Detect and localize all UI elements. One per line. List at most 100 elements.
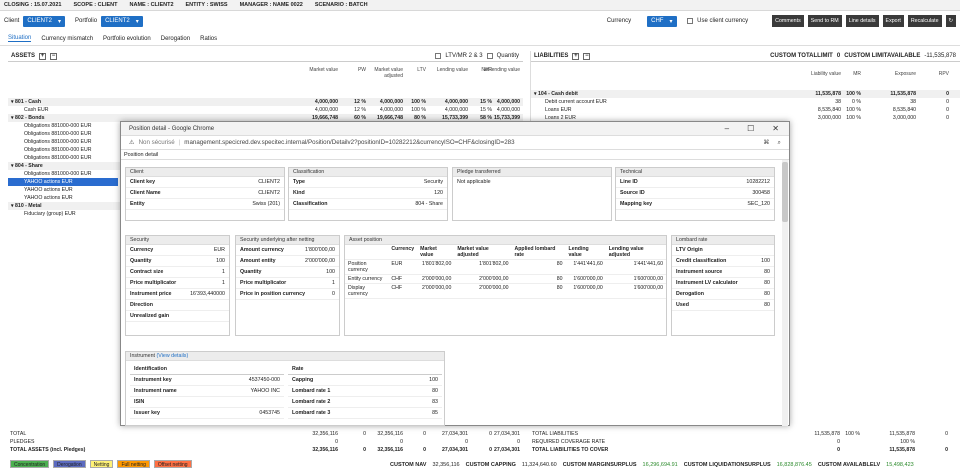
liabilities-column-headers: Liability value MR Exposure RPV xyxy=(531,67,960,91)
field-value: 100 xyxy=(429,377,438,383)
line-details-button[interactable]: Line details xyxy=(845,15,879,27)
field-label: Mapping key xyxy=(620,201,653,207)
use-client-currency-checkbox[interactable] xyxy=(687,18,694,24)
field-label: Quantity xyxy=(240,269,262,275)
total-cell: 0 xyxy=(465,439,468,445)
expand-icon[interactable]: + xyxy=(572,52,580,60)
table-header: Market value adjusted xyxy=(454,245,512,260)
total-cell: 11,535,878 xyxy=(814,431,840,437)
send-to-rm-button[interactable]: Send to RM xyxy=(807,15,842,27)
liability-cell: 11,535,878 xyxy=(890,91,916,97)
total-row: TOTAL LIABILITIES 11,535,878 100 % 11,535,8… xyxy=(530,430,960,438)
field-value: 80 xyxy=(764,280,770,286)
rate-group: Rate Capping 100 Lombard rate 1 80 Lombard r… xyxy=(288,364,442,419)
scrollbar[interactable] xyxy=(782,160,788,426)
technical-section: Technical Line ID 10282212 Source ID 300458… xyxy=(615,167,775,221)
url-field[interactable]: management.specicred.dev.specitec.intern… xyxy=(184,139,514,146)
liability-cell: 8,535,840 xyxy=(817,107,841,113)
field-row: Instrument LV calculator 80 xyxy=(672,278,774,289)
tab-situation[interactable]: Situation xyxy=(8,35,32,42)
asset-row-label: Obligations 881000-000 EUR xyxy=(24,139,92,145)
asset-cell: 4,000,000 xyxy=(496,99,520,105)
address-bar: ⚠ Non sécurisé | management.specicred.de… xyxy=(121,136,789,150)
expand-icon[interactable]: + xyxy=(39,52,47,60)
asset-row[interactable]: Cash EUR 4,000,000 12 % 4,000,000 100 % 4,000… xyxy=(8,106,523,114)
quantity-checkbox[interactable] xyxy=(486,53,493,59)
portfolio-select[interactable]: CLIENT2 ▾ xyxy=(101,15,143,27)
recalculate-button[interactable]: Recalculate xyxy=(907,15,942,27)
client-select[interactable]: CLIENT2 ▾ xyxy=(23,15,66,27)
field-row: Unrealized gain xyxy=(126,311,229,322)
search-icon[interactable]: ⌕ xyxy=(778,139,781,147)
page-title: Position detail xyxy=(121,150,789,160)
ltv-mr-checkbox[interactable] xyxy=(435,53,442,59)
field-label: LTV Origin xyxy=(676,247,703,253)
scrollbar-thumb[interactable] xyxy=(782,162,788,222)
field-row: Amount currency 1'800'000,00 xyxy=(236,245,339,256)
field-value: 10282212 xyxy=(746,179,770,185)
liability-cell: 0 xyxy=(946,115,949,121)
custom-totallimit-label: CUSTOM TOTALLIMIT xyxy=(770,53,833,59)
table-cell: 80 xyxy=(511,259,566,275)
field-row: Mapping key SEC_120 xyxy=(616,199,774,210)
export-button[interactable]: Export xyxy=(882,15,904,27)
liability-row[interactable]: Debit current account EUR 38 0 % 38 0 xyxy=(531,98,960,106)
field-value: 4537450-000 xyxy=(248,377,280,383)
custom-availablelv-label: CUSTOM AVAILABLELV xyxy=(817,462,881,468)
install-icon[interactable]: ⌘ xyxy=(763,139,769,147)
field-label: Instrument source xyxy=(676,269,723,275)
total-label: TOTAL LIABILITIES TO COVER xyxy=(532,447,609,453)
total-cell: 32,356,116 xyxy=(312,447,338,453)
asset-row[interactable]: ▾ 801 - Cash 4,000,000 12 % 4,000,000 100 % 4… xyxy=(8,98,523,106)
custom-liquidationsurplus-value: 16,828,876.45 xyxy=(776,462,812,468)
refresh-icon[interactable]: ↻ xyxy=(945,15,956,27)
field-label: Used xyxy=(676,302,689,308)
asset-position-section-title: Asset position xyxy=(345,236,666,245)
asset-cell: 4,000,000 xyxy=(444,107,468,113)
asset-position-section: Asset position Currency Market value Marke… xyxy=(344,235,667,336)
table-cell: Position currency xyxy=(345,259,389,275)
asset-position-table: Currency Market value Market value adjuste… xyxy=(345,245,666,299)
tab-currency-mismatch[interactable]: Currency mismatch xyxy=(41,36,93,42)
tab-ratios[interactable]: Ratios xyxy=(200,36,217,42)
liabilities-header: LIABILITIES + − CUSTOM TOTALLIMIT 0 CUST… xyxy=(531,51,960,62)
field-label: Credit classification xyxy=(676,258,727,264)
manager-label: MANAGER : NAME 0022 xyxy=(239,2,303,8)
ltv-mr-label: LTV/MR 2 & 3 xyxy=(445,53,483,59)
table-row: Position currency EUR 1'801'802,00 1'801'80… xyxy=(345,259,666,275)
liability-row-label: Loans EUR xyxy=(545,107,572,113)
window-title: Position detail - Google Chrome xyxy=(129,125,215,132)
scope-label: SCOPE : CLIENT xyxy=(73,2,118,8)
maximize-icon[interactable]: ☐ xyxy=(747,124,754,133)
asset-row[interactable]: YAHOO actions EUR xyxy=(8,178,118,186)
liability-row[interactable]: ▾ 104 - Cash debit 11,535,878 100 % 11,535,… xyxy=(531,90,960,98)
total-cell: 0 xyxy=(489,431,492,437)
asset-row-label: Obligations 881000-000 EUR xyxy=(24,155,92,161)
field-row: Instrument key 4537450-000 xyxy=(130,375,284,386)
field-label: Entity xyxy=(130,201,145,207)
name-label: NAME : CLIENT2 xyxy=(129,2,174,8)
liability-cell: 0 xyxy=(946,107,949,113)
client-select-value: CLIENT2 xyxy=(27,18,53,24)
close-icon[interactable]: ✕ xyxy=(772,124,779,133)
field-label: Instrument price xyxy=(130,291,172,297)
client-fields: Client key CLIENT2 Client Name CLIENT2 Entit… xyxy=(126,177,284,210)
view-details-link[interactable]: (View details) xyxy=(157,353,189,359)
field-row: Source ID 300458 xyxy=(616,188,774,199)
liability-cell: 8,535,840 xyxy=(892,107,916,113)
liability-row[interactable]: Loans EUR 8,535,840 100 % 8,535,840 0 xyxy=(531,106,960,114)
field-label: Price multiplicator xyxy=(240,280,287,286)
collapse-icon[interactable]: − xyxy=(583,52,591,60)
column-header: PW xyxy=(357,67,366,73)
minimize-icon[interactable]: – xyxy=(725,124,729,133)
liabilities-title: LIABILITIES xyxy=(534,53,569,59)
field-value: 100 xyxy=(326,269,335,275)
tab-derogation[interactable]: Derogation xyxy=(161,36,190,42)
comments-button[interactable]: Comments xyxy=(772,15,804,27)
field-label: Classification xyxy=(293,201,328,207)
tab-portfolio-evolution[interactable]: Portfolio evolution xyxy=(103,36,151,42)
asset-cell: 12 % xyxy=(354,99,366,105)
collapse-icon[interactable]: − xyxy=(50,52,58,60)
currency-select[interactable]: CHF ▾ xyxy=(647,15,678,27)
asset-cell: 15 % xyxy=(480,99,492,105)
